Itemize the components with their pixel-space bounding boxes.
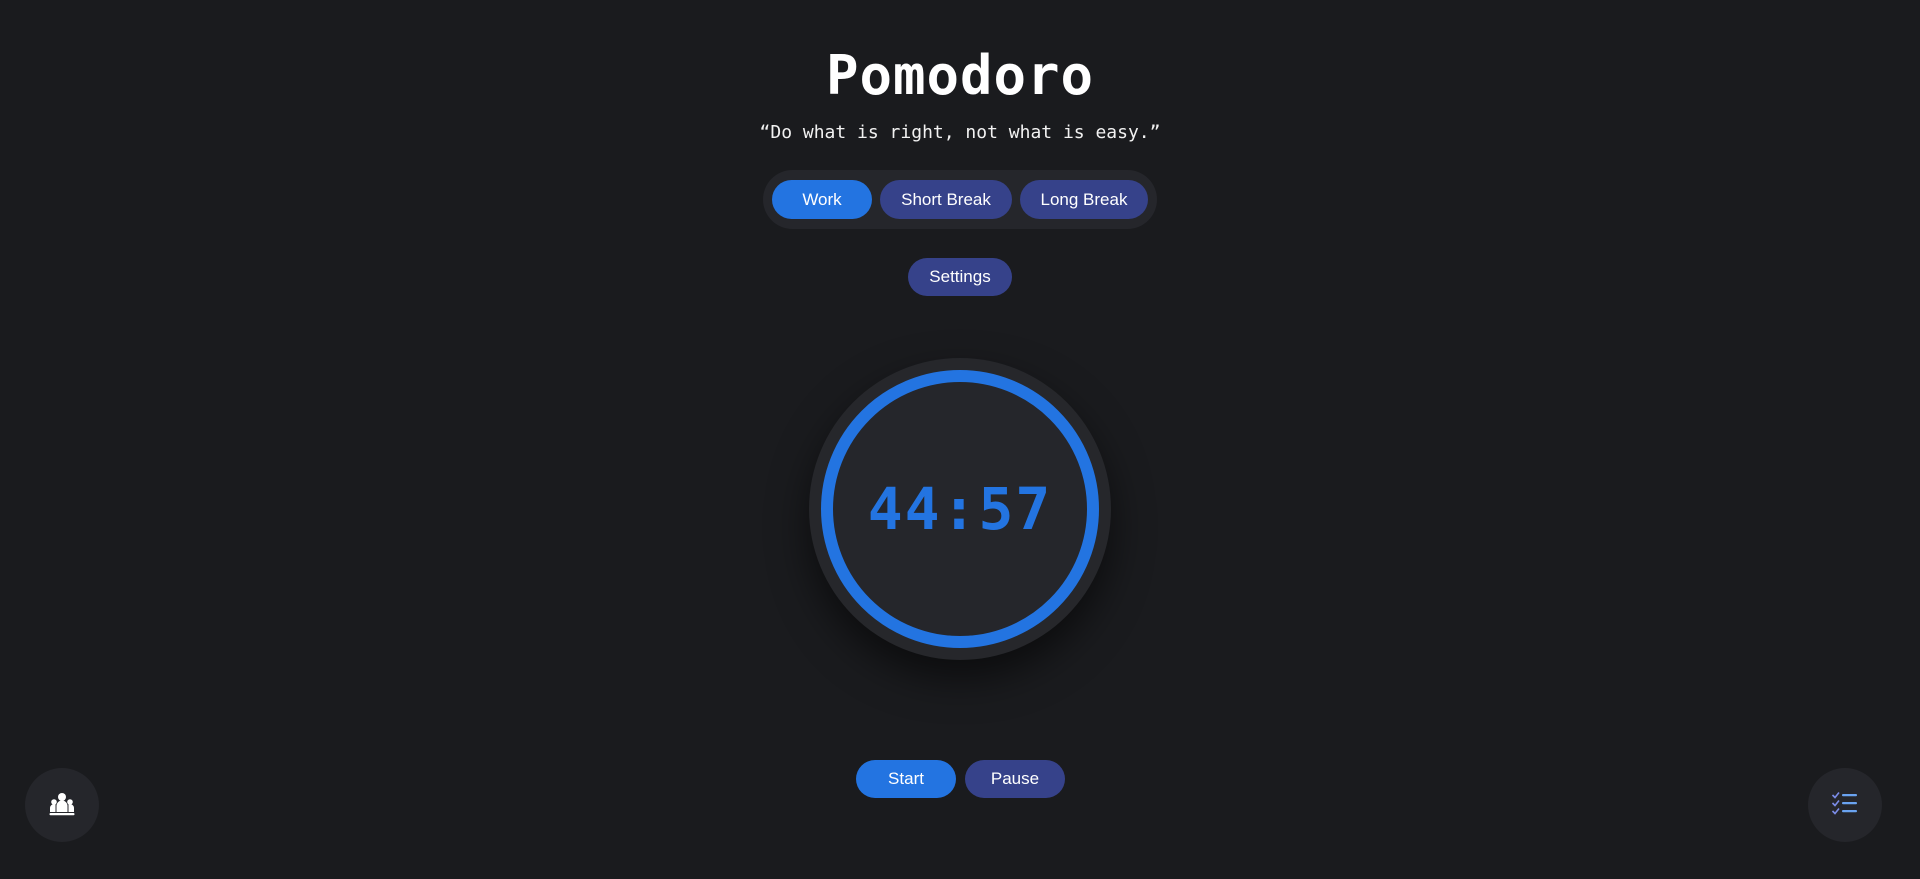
- timer-dial: 44:57: [809, 358, 1111, 660]
- settings-button[interactable]: Settings: [908, 258, 1012, 296]
- checklist-icon: [1831, 792, 1857, 815]
- pause-button[interactable]: Pause: [965, 760, 1065, 798]
- page-title: Pomodoro: [825, 44, 1095, 107]
- timer-display: 44:57: [867, 475, 1053, 543]
- pomodoro-page: Pomodoro “Do what is right, not what is …: [0, 0, 1920, 879]
- short-break-mode-button[interactable]: Short Break: [880, 180, 1012, 219]
- people-fab-button[interactable]: [25, 768, 99, 842]
- work-mode-button[interactable]: Work: [772, 180, 872, 219]
- start-button[interactable]: Start: [856, 760, 956, 798]
- tasks-fab-button[interactable]: [1808, 768, 1882, 842]
- timer-controls: Start Pause: [856, 760, 1065, 798]
- mode-selector: Work Short Break Long Break: [763, 170, 1157, 229]
- people-group-icon: [49, 793, 75, 816]
- long-break-mode-button[interactable]: Long Break: [1020, 180, 1148, 219]
- motivational-quote: “Do what is right, not what is easy.”: [759, 122, 1161, 143]
